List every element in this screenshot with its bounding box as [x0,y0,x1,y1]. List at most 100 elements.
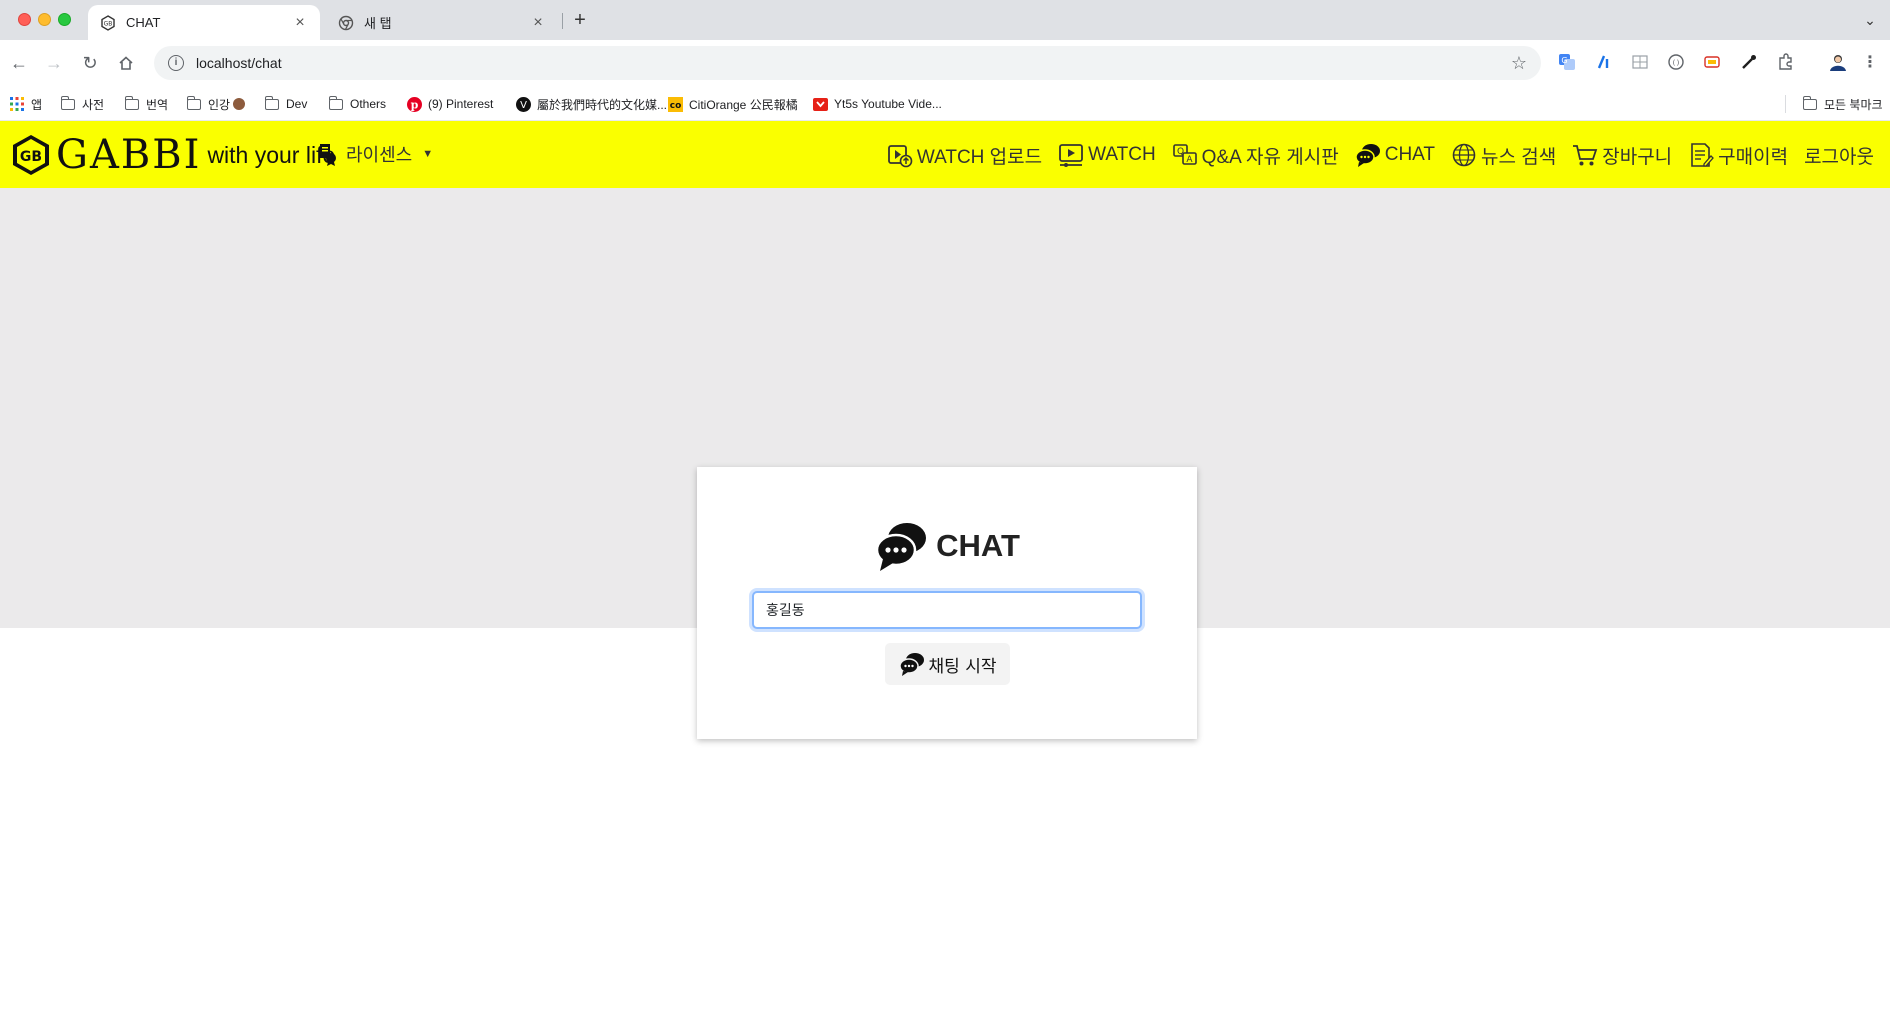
browser-menu-icon[interactable]: ⋮ [1859,51,1881,73]
bookmark-label: (9) Pinterest [428,97,494,111]
pinterest-icon: p [406,96,422,112]
extensions-puzzle-icon[interactable] [1775,51,1797,73]
license-label: 라이센스 [346,145,413,165]
site-logo[interactable]: GB GABBI with your life [10,134,335,176]
bookmark-label: 사전 [82,97,105,112]
cart-icon [1573,145,1598,166]
bookmark-folder-dev[interactable]: Dev [264,95,307,113]
analytics-extension-icon[interactable] [1593,51,1615,73]
chat-bubbles-icon [898,653,924,676]
globe-icon [1452,143,1476,167]
nav-label: 장바구니 [1602,146,1673,168]
site-info-icon[interactable]: i [168,55,184,71]
nav-label: CHAT [1384,144,1436,165]
site-favicon-icon: GB [100,14,116,31]
forward-arrow-icon[interactable]: → [41,50,67,76]
translate-extension-icon[interactable]: G [1556,51,1578,73]
eyedropper-extension-icon[interactable] [1738,51,1760,73]
bookmark-apps[interactable]: 앱 [9,95,42,113]
close-window-button[interactable] [18,13,31,26]
nav-logout[interactable]: 로그아웃 [1804,142,1874,169]
main-nav: WATCH 업로드 WATCH QA Q&A 자유 게시판 CHAT 뉴스 검색 [871,141,1874,169]
bookmark-citiorange[interactable]: co CitiOrange 公民報橘 [667,95,798,113]
svg-text:p: p [410,98,418,111]
start-chat-button[interactable]: 채팅 시작 [885,643,1010,685]
bookmark-divider [1785,95,1786,113]
nav-label: 뉴스 검색 [1481,146,1557,168]
nickname-input[interactable] [752,591,1142,629]
bookmark-pinterest[interactable]: p (9) Pinterest [406,95,493,113]
yt5s-icon [812,96,828,112]
home-icon[interactable] [113,50,139,76]
bookmark-star-icon[interactable]: ☆ [1511,53,1527,74]
folder-icon [124,95,140,112]
svg-text:G: G [1561,56,1567,65]
browser-tab-bar: GB CHAT × 새 탭 × + ⌄ [0,0,1890,40]
minimize-window-button[interactable] [38,13,51,26]
chrome-icon [338,15,354,31]
svg-text:co: co [669,101,681,111]
bookmark-label: 인강 [208,97,231,112]
nav-cart[interactable]: 장바구니 [1572,142,1672,169]
bookmark-label: CitiOrange 公民報橘 [689,97,798,112]
chat-entry-heading: CHAT [697,519,1197,573]
svg-text:A: A [1186,155,1193,165]
new-tab-button[interactable]: + [568,8,592,32]
tab-new-tab[interactable]: 새 탭 × [326,5,558,40]
bookmark-folder-dictionary[interactable]: 사전 [60,95,104,113]
lecture-emoji-icon [233,98,246,110]
receipt-icon [1691,143,1715,167]
bookmark-culture-media[interactable]: V 屬於我們時代的文化媒... [515,95,667,113]
screenshot-extension-icon[interactable] [1701,51,1723,73]
folder-icon [264,95,280,112]
bookmark-label: 앱 [31,97,43,112]
nav-qa-board[interactable]: QA Q&A 자유 게시판 [1172,142,1339,169]
video-upload-icon [887,145,913,168]
close-tab-icon[interactable]: × [530,14,546,32]
address-bar[interactable]: i localhost/chat ☆ [154,46,1541,80]
license-icon [320,144,336,166]
nav-watch[interactable]: WATCH [1058,142,1156,168]
maximize-window-button[interactable] [58,13,71,26]
tab-chat[interactable]: GB CHAT × [88,5,320,40]
nav-chat[interactable]: CHAT [1354,142,1436,168]
license-dropdown[interactable]: 라이센스 ▼ [316,141,433,167]
page-title: CHAT [936,528,1020,563]
bookmark-folder-lectures[interactable]: 인강 [186,95,246,113]
bookmark-folder-others[interactable]: Others [328,95,386,113]
bookmark-yt5s[interactable]: Yt5s Youtube Vide... [812,95,942,113]
nav-purchase-history[interactable]: 구매이력 [1688,142,1788,169]
nav-label: WATCH 업로드 [916,146,1043,168]
bookmark-label: Yt5s Youtube Vide... [834,97,942,111]
nav-news-search[interactable]: 뉴스 검색 [1451,142,1556,169]
svg-text:(): () [1672,59,1680,67]
profile-avatar-icon[interactable] [1827,51,1849,73]
reload-icon[interactable]: ↻ [77,50,103,76]
tab-search-chevron-icon[interactable]: ⌄ [1858,8,1882,32]
bookmark-label: 屬於我們時代的文化媒... [537,97,668,112]
back-arrow-icon[interactable]: ← [6,50,32,76]
svg-text:GB: GB [104,20,113,27]
bookmark-all-bookmarks[interactable]: 모든 북마크 [1802,95,1883,113]
folder-icon [328,95,344,112]
site-header: GB GABBI with your life 라이센스 ▼ WATCH 업로드… [0,121,1890,188]
logo-wordmark: GABBI [56,132,202,178]
bookmark-folder-translate[interactable]: 번역 [124,95,168,113]
folder-icon [186,95,202,112]
svg-text:GB: GB [20,149,42,165]
nav-label: 구매이력 [1718,146,1789,168]
chat-entry-card: CHAT 채팅 시작 [697,467,1197,739]
folder-icon [1802,95,1818,112]
svg-text:V: V [520,100,527,111]
folder-icon [60,95,76,112]
bookmark-label: Others [350,97,387,111]
close-tab-icon[interactable]: × [292,14,308,32]
code-extension-icon[interactable]: () [1665,51,1687,73]
start-chat-label: 채팅 시작 [928,656,997,677]
nav-label: WATCH [1088,144,1156,165]
video-play-icon [1059,144,1084,167]
nav-watch-upload[interactable]: WATCH 업로드 [887,142,1042,169]
bookmark-label: 번역 [146,97,169,112]
grid-extension-icon[interactable] [1629,51,1651,73]
apps-grid-icon [9,96,25,112]
